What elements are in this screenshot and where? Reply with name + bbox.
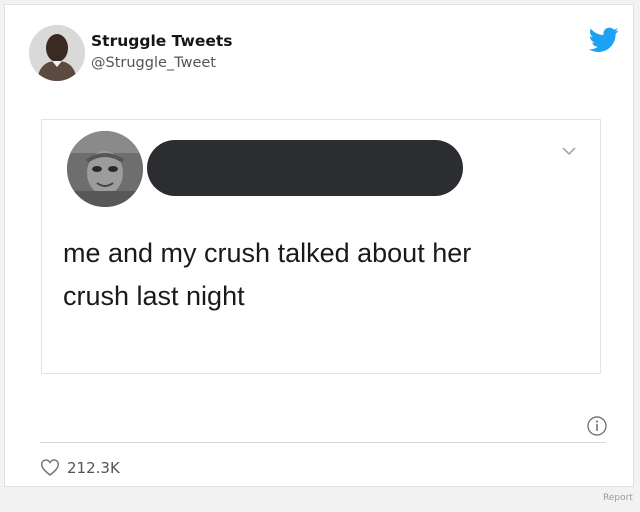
- footer-divider: [40, 442, 606, 443]
- author-handle[interactable]: @Struggle_Tweet: [91, 55, 216, 71]
- quoted-text-line-1: me and my crush talked about her: [63, 238, 472, 268]
- report-link[interactable]: Report: [603, 493, 633, 503]
- redacted-name-bar: [147, 140, 463, 196]
- quoted-tweet-text: me and my crush talked about her crush l…: [63, 232, 563, 318]
- tweet-card: Struggle Tweets @Struggle_Tweet me and m…: [4, 4, 634, 487]
- author-name[interactable]: Struggle Tweets: [91, 32, 233, 50]
- like-count[interactable]: 212.3K: [67, 459, 120, 477]
- info-icon[interactable]: [586, 415, 608, 437]
- quoted-tweet[interactable]: me and my crush talked about her crush l…: [41, 119, 601, 374]
- twitter-bird-icon[interactable]: [588, 27, 619, 53]
- quoted-avatar[interactable]: [67, 131, 143, 207]
- author-avatar[interactable]: [29, 25, 85, 81]
- heart-icon[interactable]: [40, 458, 60, 477]
- chevron-down-icon[interactable]: [560, 142, 578, 160]
- quoted-text-line-2: crush last night: [63, 281, 245, 311]
